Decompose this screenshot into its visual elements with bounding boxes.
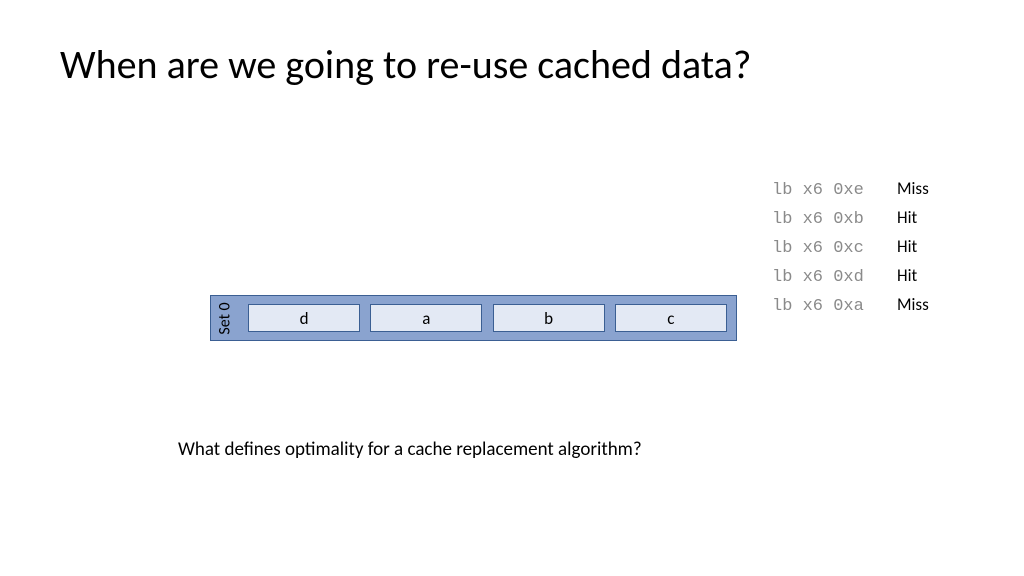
cache-blocks: d a b c	[239, 296, 736, 340]
cache-block: d	[248, 304, 360, 332]
trace-instruction: lb x6 0xe	[772, 182, 897, 199]
trace-row: lb x6 0xe Miss	[772, 180, 929, 209]
trace-row: lb x6 0xa Miss	[772, 296, 929, 325]
trace-row: lb x6 0xb Hit	[772, 209, 929, 238]
trace-result: Miss	[897, 180, 929, 197]
cache-set: Set 0 d a b c	[210, 295, 737, 341]
cache-block: a	[370, 304, 482, 332]
trace-row: lb x6 0xc Hit	[772, 238, 929, 267]
cache-block: b	[493, 304, 605, 332]
memory-trace: lb x6 0xe Miss lb x6 0xb Hit lb x6 0xc H…	[772, 180, 929, 325]
cache-block: c	[615, 304, 727, 332]
set-label-wrap: Set 0	[211, 296, 239, 340]
trace-instruction: lb x6 0xa	[772, 298, 897, 315]
trace-result: Miss	[897, 296, 929, 313]
slide-title: When are we going to re-use cached data?	[60, 40, 751, 89]
trace-instruction: lb x6 0xd	[772, 269, 897, 286]
trace-instruction: lb x6 0xb	[772, 211, 897, 228]
trace-row: lb x6 0xd Hit	[772, 267, 929, 296]
trace-result: Hit	[897, 209, 917, 226]
set-label: Set 0	[216, 302, 235, 334]
slide-question: What defines optimality for a cache repl…	[178, 438, 642, 461]
trace-result: Hit	[897, 238, 917, 255]
trace-instruction: lb x6 0xc	[772, 240, 897, 257]
trace-result: Hit	[897, 267, 917, 284]
